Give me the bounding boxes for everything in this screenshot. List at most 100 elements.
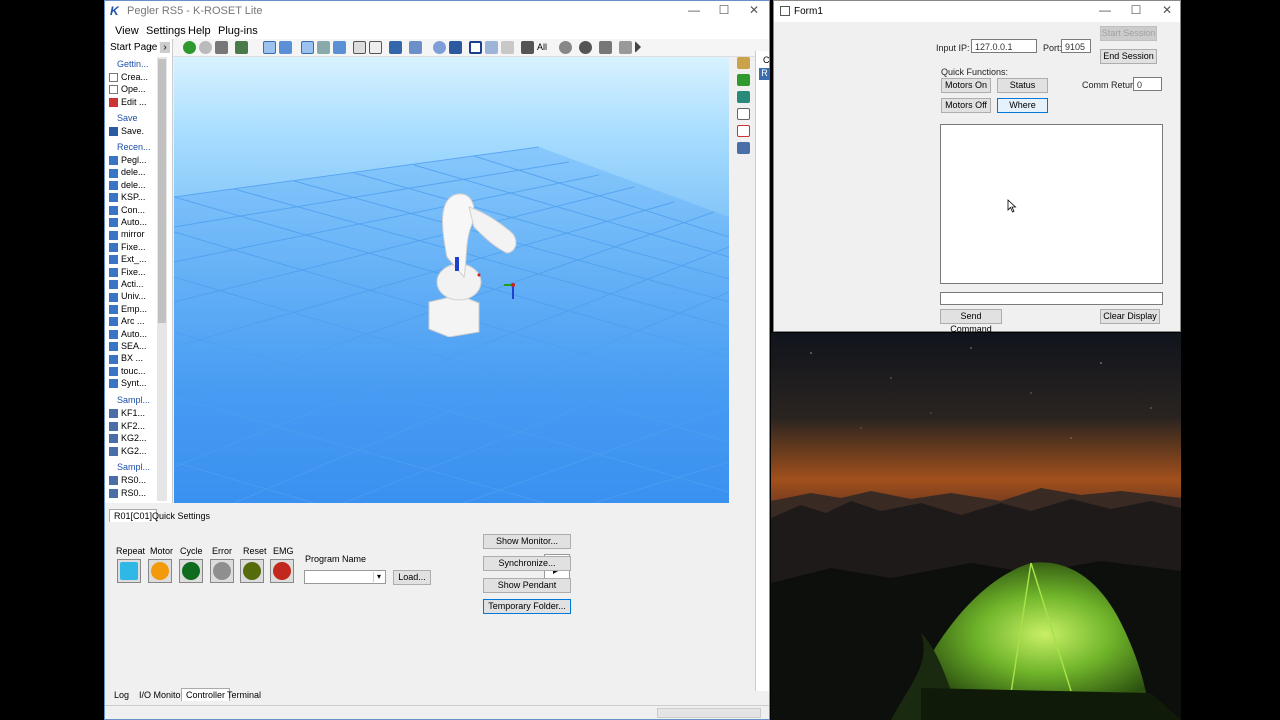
grid-icon[interactable] [599,41,612,54]
view-side-icon[interactable] [279,41,292,54]
camera-icon[interactable] [619,41,632,54]
maximize-icon[interactable]: ☐ [709,3,739,19]
command-input[interactable] [940,292,1163,305]
list-item[interactable]: Crea... [109,72,148,84]
list-item[interactable]: Ext_... [109,254,147,266]
document-icon[interactable] [737,108,750,120]
emg-lamp[interactable] [270,559,294,583]
start-session-button[interactable]: Start Session [1100,26,1157,41]
list-item[interactable]: KSP... [109,192,145,204]
rotate-icon[interactable] [433,41,446,54]
program-name-select[interactable]: ▾ [304,570,386,584]
list-item[interactable]: Fixe... [109,267,146,279]
list-item[interactable]: dele... [109,180,146,192]
start-page-scroll-thumb[interactable] [158,59,166,323]
display-textbox[interactable] [940,124,1163,284]
list-item[interactable]: Con... [109,205,145,217]
list-item[interactable]: KG2... [109,446,147,458]
home-icon[interactable] [215,41,228,54]
motors-on-button[interactable]: Motors On [941,78,991,93]
panel-c-label[interactable]: C [763,55,770,65]
list-item[interactable]: SEA... [109,341,147,353]
close-icon[interactable]: ✕ [739,3,769,19]
list-item[interactable]: KF1... [109,408,145,420]
list-item[interactable]: Acti... [109,279,144,291]
robot-model[interactable] [419,187,539,337]
chevron-right-icon[interactable]: › [160,42,170,53]
group-samples[interactable]: Sampl... [117,395,150,405]
menu-plugins[interactable]: Plug-ins [218,25,258,37]
view-front-icon[interactable] [263,41,276,54]
grid-small-icon[interactable] [501,41,514,54]
list-item[interactable]: Synt... [109,378,147,390]
motor-lamp[interactable] [148,559,172,583]
send-command-button[interactable]: Send Command [940,309,1002,334]
maximize-icon[interactable]: ☐ [1121,3,1151,19]
layout-icon[interactable] [235,41,248,54]
menu-help[interactable]: Help [188,25,211,37]
view-iso-icon[interactable] [301,41,314,54]
minimize-icon[interactable]: — [1090,3,1120,19]
tab-quick-settings[interactable]: Quick Settings [148,510,214,522]
list-item[interactable]: Edit ... [109,97,147,109]
wire-icon[interactable] [317,41,330,54]
status-button[interactable]: Status [997,78,1048,93]
select-box-icon[interactable] [469,41,482,54]
pan-icon[interactable] [449,41,462,54]
columns-icon[interactable] [485,41,498,54]
show-monitor-button[interactable]: Show Monitor... [483,534,571,549]
cycle-lamp[interactable] [179,559,203,583]
tab-terminal[interactable]: Terminal [223,689,265,701]
calculator-icon[interactable] [737,142,750,154]
chevron-down-icon[interactable]: ▾ [373,572,384,582]
list-item[interactable]: RS0... [109,488,146,500]
group-getting-started[interactable]: Gettin... [117,59,149,69]
minimize-icon[interactable]: — [679,3,709,19]
list-item[interactable]: Emp... [109,304,147,316]
group-recent[interactable]: Recen... [117,142,151,152]
connect-icon[interactable] [737,74,750,86]
list-item[interactable]: mirror [109,229,145,241]
grid-all-icon[interactable] [521,41,534,54]
show-pendant-button[interactable]: Show Pendant [483,578,571,593]
reset-lamp[interactable] [240,559,264,583]
temporary-folder-button[interactable]: Temporary Folder... [483,599,571,614]
pointer-icon[interactable] [635,41,641,53]
3d-viewport[interactable] [174,57,729,503]
list-item[interactable]: Pegl... [109,155,147,167]
properties-icon[interactable] [737,57,750,69]
chevron-left-icon[interactable]: ‹ [149,42,152,53]
synchronize-button[interactable]: Synchronize... [483,556,571,571]
input-ip-field[interactable]: 127.0.0.1 [971,39,1037,53]
tab-log[interactable]: Log [110,689,133,701]
group-samples-2[interactable]: Sampl... [117,462,150,472]
end-session-button[interactable]: End Session [1100,49,1157,64]
close-icon[interactable]: ✕ [1152,3,1182,19]
list-item[interactable]: dele... [109,167,146,179]
list-item[interactable]: KG2... [109,433,147,445]
list-item[interactable]: touc... [109,366,146,378]
menu-view[interactable]: View [115,25,139,37]
list-item[interactable]: Arc ... [109,316,145,328]
list-icon[interactable] [737,125,750,137]
list-item[interactable]: Univ... [109,291,146,303]
fit-icon[interactable] [369,41,382,54]
where-button[interactable]: Where [997,98,1048,113]
frame-icon[interactable] [353,41,366,54]
list-item[interactable]: BX ... [109,353,143,365]
port-field[interactable]: 9105 [1061,39,1091,53]
menu-settings[interactable]: Settings [146,25,186,37]
group-save[interactable]: Save [117,113,138,123]
tab-io-monitor[interactable]: I/O Monitor [135,689,188,701]
error-lamp[interactable] [210,559,234,583]
list-item[interactable]: Ope... [109,84,146,96]
list-item[interactable]: Auto... [109,217,147,229]
list-item[interactable]: Auto... [109,329,147,341]
copy-icon[interactable] [409,41,422,54]
save-view-icon[interactable] [389,41,402,54]
solid-icon[interactable] [333,41,346,54]
all-label[interactable]: All [537,42,547,52]
list-item[interactable]: Save. [109,126,144,138]
motors-off-button[interactable]: Motors Off [941,98,991,113]
clear-display-button[interactable]: Clear Display [1100,309,1160,324]
